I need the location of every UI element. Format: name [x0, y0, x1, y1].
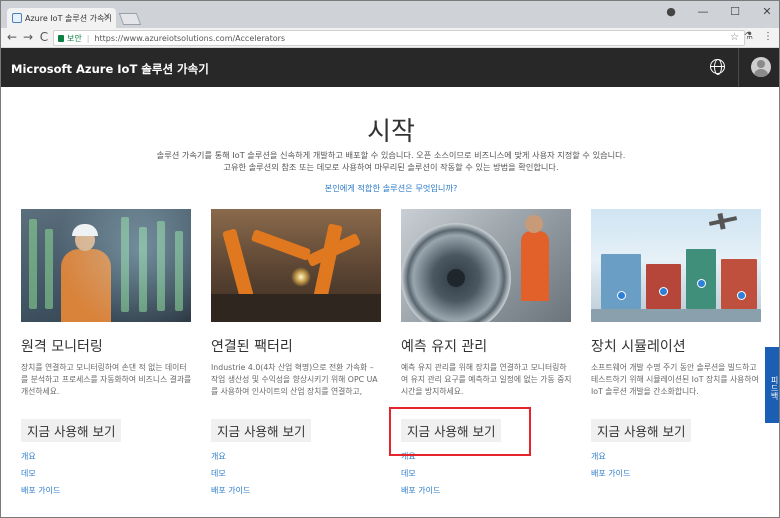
header-divider	[738, 48, 739, 87]
try-now-button[interactable]: 지금 사용해 보기	[21, 419, 122, 442]
robot-arm-graphic	[250, 229, 312, 261]
overview-link[interactable]: 개요	[591, 451, 763, 468]
forward-arrow-icon[interactable]: →	[21, 30, 35, 44]
container-graphic	[721, 259, 757, 309]
robot-arm-graphic	[222, 228, 254, 300]
toolbar-right: ⚗ ⋮	[744, 31, 773, 42]
card-description: 장치를 연결하고 모니터링하여 손댄 적 없는 데이터를 분석하고 프로세스를 …	[21, 363, 192, 396]
airplane-graphic	[708, 216, 738, 226]
site-title[interactable]: Microsoft Azure IoT 솔루션 가속기	[11, 61, 209, 77]
menu-icon[interactable]: ⋮	[763, 31, 773, 42]
feedback-tab[interactable]: 피드백	[765, 347, 779, 423]
site-header: Microsoft Azure IoT 솔루션 가속기	[1, 48, 779, 87]
lock-icon	[58, 35, 64, 42]
tab-title: Azure IoT 솔루션 가속기	[25, 14, 112, 23]
device-marker-icon	[737, 291, 746, 300]
card-links: 개요 데모 배포 가이드	[401, 451, 573, 502]
card-predictive-maintenance: 예측 유지 관리 예측 유지 관리를 위해 장치를 연결하고 모니터링하여 유지…	[401, 209, 573, 502]
card-links: 개요 데모 배포 가이드	[21, 451, 193, 502]
address-bar[interactable]: 보안 | https://www.azureiotsolutions.com/Acc…	[53, 30, 745, 46]
browser-tab[interactable]: Azure IoT 솔루션 가속기 ×	[7, 8, 116, 28]
overview-link[interactable]: 개요	[21, 451, 193, 468]
url-separator: |	[86, 34, 90, 43]
technician-head	[525, 215, 543, 233]
deploy-guide-link[interactable]: 배포 가이드	[21, 485, 193, 502]
demo-link[interactable]: 데모	[401, 468, 573, 485]
try-now-button[interactable]: 지금 사용해 보기	[591, 419, 692, 442]
browser-window: Azure IoT 솔루션 가속기 × ● — ☐ ✕ ← → C 보안 | htt…	[0, 0, 780, 518]
factory-floor-graphic	[211, 294, 381, 322]
deploy-guide-link[interactable]: 배포 가이드	[401, 485, 573, 502]
intro-text: 솔루션 가속기를 통해 IoT 솔루션을 신속하게 개발하고 배포할 수 있습니…	[61, 149, 721, 173]
card-title: 원격 모니터링	[21, 339, 103, 355]
which-solution-link[interactable]: 본인에게 적합한 솔루션은 무엇입니까?	[1, 182, 779, 194]
demo-link[interactable]: 데모	[211, 468, 383, 485]
connected-factory-image	[211, 209, 381, 322]
card-remote-monitoring: 원격 모니터링 장치를 연결하고 모니터링하여 손댄 적 없는 데이터를 분석하…	[21, 209, 193, 502]
device-marker-icon	[617, 291, 626, 300]
welding-spark-graphic	[291, 267, 311, 287]
device-marker-icon	[697, 279, 706, 288]
minimize-icon[interactable]: —	[697, 5, 709, 18]
intro-line-2: 고유한 솔루션의 참조 또는 데모로 사용하여 마무리된 솔루션이 작동할 수 …	[223, 162, 559, 172]
user-avatar-icon[interactable]	[751, 57, 771, 77]
tab-strip: Azure IoT 솔루션 가속기 × ● — ☐ ✕	[1, 1, 779, 28]
intro-line-1: 솔루션 가속기를 통해 IoT 솔루션을 신속하게 개발하고 배포할 수 있습니…	[156, 150, 626, 160]
device-marker-icon	[659, 287, 668, 296]
close-window-icon[interactable]: ✕	[761, 5, 773, 18]
try-now-button[interactable]: 지금 사용해 보기	[211, 419, 312, 442]
globe-icon[interactable]	[710, 59, 725, 75]
card-device-simulation: 장치 시뮬레이션 소프트웨어 개발 수명 주기 동안 솔루션을 빌드하고 테스트…	[591, 209, 763, 485]
maximize-icon[interactable]: ☐	[729, 5, 741, 18]
close-tab-icon[interactable]: ×	[103, 11, 111, 22]
technician-figure	[521, 231, 549, 301]
card-description: 소프트웨어 개발 수명 주기 동안 솔루션을 빌드하고 테스트하기 위해 시뮬레…	[591, 363, 759, 396]
card-title: 예측 유지 관리	[401, 339, 488, 355]
demo-link[interactable]: 데모	[21, 468, 193, 485]
profile-icon[interactable]: ●	[665, 5, 677, 18]
deploy-guide-link[interactable]: 배포 가이드	[591, 468, 763, 485]
highlight-box	[389, 407, 531, 456]
overview-link[interactable]: 개요	[211, 451, 383, 468]
browser-toolbar: ← → C 보안 | https://www.azureiotsolutions.c…	[1, 28, 779, 48]
remote-monitoring-image	[21, 209, 191, 322]
page-title: 시작	[367, 117, 415, 147]
image-glow	[21, 209, 191, 322]
card-links: 개요 배포 가이드	[591, 451, 763, 485]
container-graphic	[601, 254, 641, 309]
back-arrow-icon[interactable]: ←	[5, 30, 19, 44]
card-description: 예측 유지 관리를 위해 장치를 연결하고 모니터링하여 유지 관리 요구를 예…	[401, 363, 572, 396]
ground-graphic	[591, 309, 761, 322]
url-text: https://www.azureiotsolutions.com/Accele…	[94, 34, 286, 43]
device-simulation-image	[591, 209, 761, 322]
card-description: Industrie 4.0(4차 산업 혁명)으로 전환 가속화 – 작업 생산…	[211, 363, 378, 396]
azure-favicon-icon	[12, 13, 22, 23]
deploy-guide-link[interactable]: 배포 가이드	[211, 485, 383, 502]
card-links: 개요 데모 배포 가이드	[211, 451, 383, 502]
card-connected-factory: 연결된 팩터리 Industrie 4.0(4차 산업 혁명)으로 전환 가속화…	[211, 209, 383, 502]
window-controls: ● — ☐ ✕	[665, 5, 773, 18]
reload-icon[interactable]: C	[37, 30, 51, 44]
card-title: 연결된 팩터리	[211, 339, 293, 355]
predictive-maintenance-image	[401, 209, 571, 322]
secure-label: 보안	[67, 34, 82, 43]
bookmark-star-icon[interactable]: ☆	[730, 32, 739, 43]
new-tab-button[interactable]	[118, 13, 142, 25]
extension-icon[interactable]: ⚗	[744, 31, 753, 42]
engine-hub-graphic	[447, 269, 465, 287]
card-title: 장치 시뮬레이션	[591, 339, 686, 355]
